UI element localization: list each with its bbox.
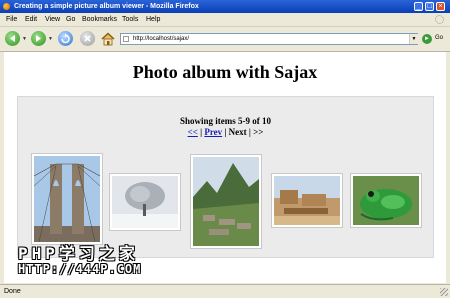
menu-file[interactable]: File — [6, 13, 17, 26]
minimize-button[interactable]: _ — [414, 2, 423, 11]
menu-view[interactable]: View — [45, 13, 60, 26]
album-panel: Showing items 5-9 of 10 << | Prev | Next… — [17, 96, 434, 258]
throbber-icon — [435, 15, 444, 24]
close-button[interactable]: × — [436, 2, 445, 11]
thumbnail-snowy-tree[interactable] — [109, 173, 181, 231]
back-button[interactable] — [5, 31, 20, 46]
last-page-label: >> — [253, 127, 264, 137]
watermark-url: HTTP://444P.COM — [18, 262, 142, 276]
thumbnail-frog[interactable] — [350, 173, 422, 228]
forward-dropdown-icon[interactable]: ▼ — [48, 36, 53, 42]
window-title: Creating a simple picture album viewer -… — [14, 3, 199, 10]
next-page-label: Next — [228, 127, 247, 137]
mountain-ruins-photo — [193, 157, 259, 246]
menu-go[interactable]: Go — [66, 13, 75, 26]
resize-grip-icon[interactable] — [440, 288, 448, 296]
thumbnail-desert-ruins[interactable] — [271, 173, 343, 228]
home-button[interactable] — [100, 31, 116, 47]
page-heading: Photo album with Sajax — [132, 62, 318, 82]
go-button[interactable]: ► — [422, 34, 432, 44]
prev-page-link[interactable]: Prev — [204, 127, 222, 137]
desert-ruins-photo — [274, 176, 340, 225]
go-label[interactable]: Go — [435, 35, 443, 41]
menu-edit[interactable]: Edit — [25, 13, 37, 26]
page-icon — [123, 36, 129, 42]
forward-button[interactable] — [31, 31, 46, 46]
address-bar[interactable]: http://localhost/sajax/ — [120, 33, 418, 45]
menu-bar: File Edit View Go Bookmarks Tools Help — [0, 13, 450, 27]
pager: << | Prev | Next | >> — [18, 127, 433, 137]
firefox-icon — [3, 3, 10, 10]
thumbnail-mountain-ruins[interactable] — [190, 154, 262, 249]
stop-icon — [84, 35, 91, 42]
menu-bookmarks[interactable]: Bookmarks — [82, 13, 117, 26]
menu-tools[interactable]: Tools — [122, 13, 138, 26]
back-arrow-icon — [10, 35, 15, 42]
snowy-tree-photo — [112, 176, 178, 228]
address-input[interactable]: http://localhost/sajax/ — [133, 34, 189, 44]
title-bar: Creating a simple picture album viewer -… — [0, 0, 450, 13]
frog-photo — [353, 176, 419, 225]
address-dropdown-icon[interactable]: ▼ — [409, 34, 418, 44]
status-text: Done — [4, 288, 21, 295]
forward-arrow-icon — [36, 35, 41, 42]
thumbnail-bridge[interactable] — [31, 153, 103, 245]
navigation-toolbar: ▼ ▼ http://localhost/sajax/ ▼ ► Go — [0, 27, 450, 52]
status-bar: Done — [0, 284, 450, 298]
first-page-link[interactable]: << — [188, 127, 198, 137]
showing-count: Showing items 5-9 of 10 — [179, 116, 271, 126]
reload-button[interactable] — [58, 31, 73, 46]
menu-help[interactable]: Help — [146, 13, 160, 26]
reload-icon — [61, 33, 70, 44]
maximize-button[interactable]: □ — [425, 2, 434, 11]
home-icon — [101, 32, 115, 46]
bridge-photo — [34, 156, 100, 242]
stop-button[interactable] — [80, 31, 95, 46]
back-dropdown-icon[interactable]: ▼ — [22, 36, 27, 42]
watermark-text: PHP学习之家 — [18, 244, 139, 263]
